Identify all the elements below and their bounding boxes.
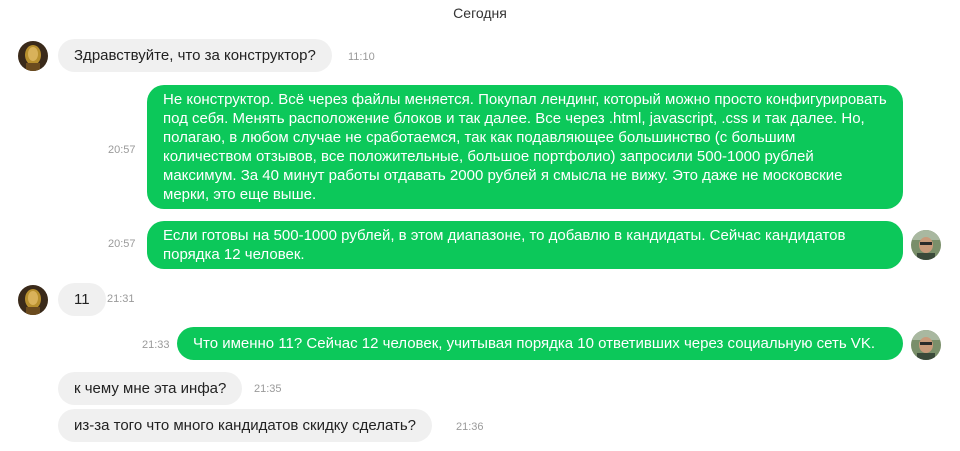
message-time: 20:57 xyxy=(108,238,136,250)
sender-avatar[interactable] xyxy=(18,285,48,315)
message-text: 11 xyxy=(74,291,90,308)
portrait-avatar-icon xyxy=(18,285,48,315)
message-text: Что именно 11? Сейчас 12 человек, учитыв… xyxy=(193,335,875,352)
message-time: 21:31 xyxy=(107,293,135,305)
message-bubble-outgoing[interactable]: Если готовы на 500-1000 рублей, в этом д… xyxy=(147,221,903,269)
message-bubble-outgoing[interactable]: Что именно 11? Сейчас 12 человек, учитыв… xyxy=(177,327,903,360)
message-bubble-incoming[interactable]: 11 xyxy=(58,283,106,316)
message-text: Здравствуйте, что за конструктор? xyxy=(74,47,316,64)
sender-avatar[interactable] xyxy=(18,41,48,71)
portrait-avatar-icon xyxy=(18,41,48,71)
own-avatar[interactable] xyxy=(911,230,941,260)
message-text: из-за того что много кандидатов скидку с… xyxy=(74,417,417,434)
message-bubble-outgoing[interactable]: Не конструктор. Всё через файлы меняется… xyxy=(147,85,903,209)
message-text: Не конструктор. Всё через файлы меняется… xyxy=(163,91,887,203)
message-time: 21:35 xyxy=(254,383,282,395)
date-separator: Сегодня xyxy=(453,5,507,21)
message-bubble-incoming[interactable]: Здравствуйте, что за конструктор? xyxy=(58,39,332,72)
message-time: 20:57 xyxy=(108,144,136,156)
own-avatar[interactable] xyxy=(911,330,941,360)
message-time: 11:10 xyxy=(348,51,375,63)
message-bubble-incoming[interactable]: из-за того что много кандидатов скидку с… xyxy=(58,409,433,442)
message-time: 21:33 xyxy=(142,339,170,351)
chat-history: Сегодня Здравствуйте, что за конструктор… xyxy=(0,0,960,451)
message-time: 21:36 xyxy=(456,421,484,433)
message-text: Если готовы на 500-1000 рублей, в этом д… xyxy=(163,227,846,263)
message-bubble-incoming[interactable]: к чему мне эта инфа? xyxy=(58,372,243,405)
user-photo-avatar-icon xyxy=(911,230,941,260)
message-text: к чему мне эта инфа? xyxy=(74,380,227,397)
user-photo-avatar-icon xyxy=(911,330,941,360)
